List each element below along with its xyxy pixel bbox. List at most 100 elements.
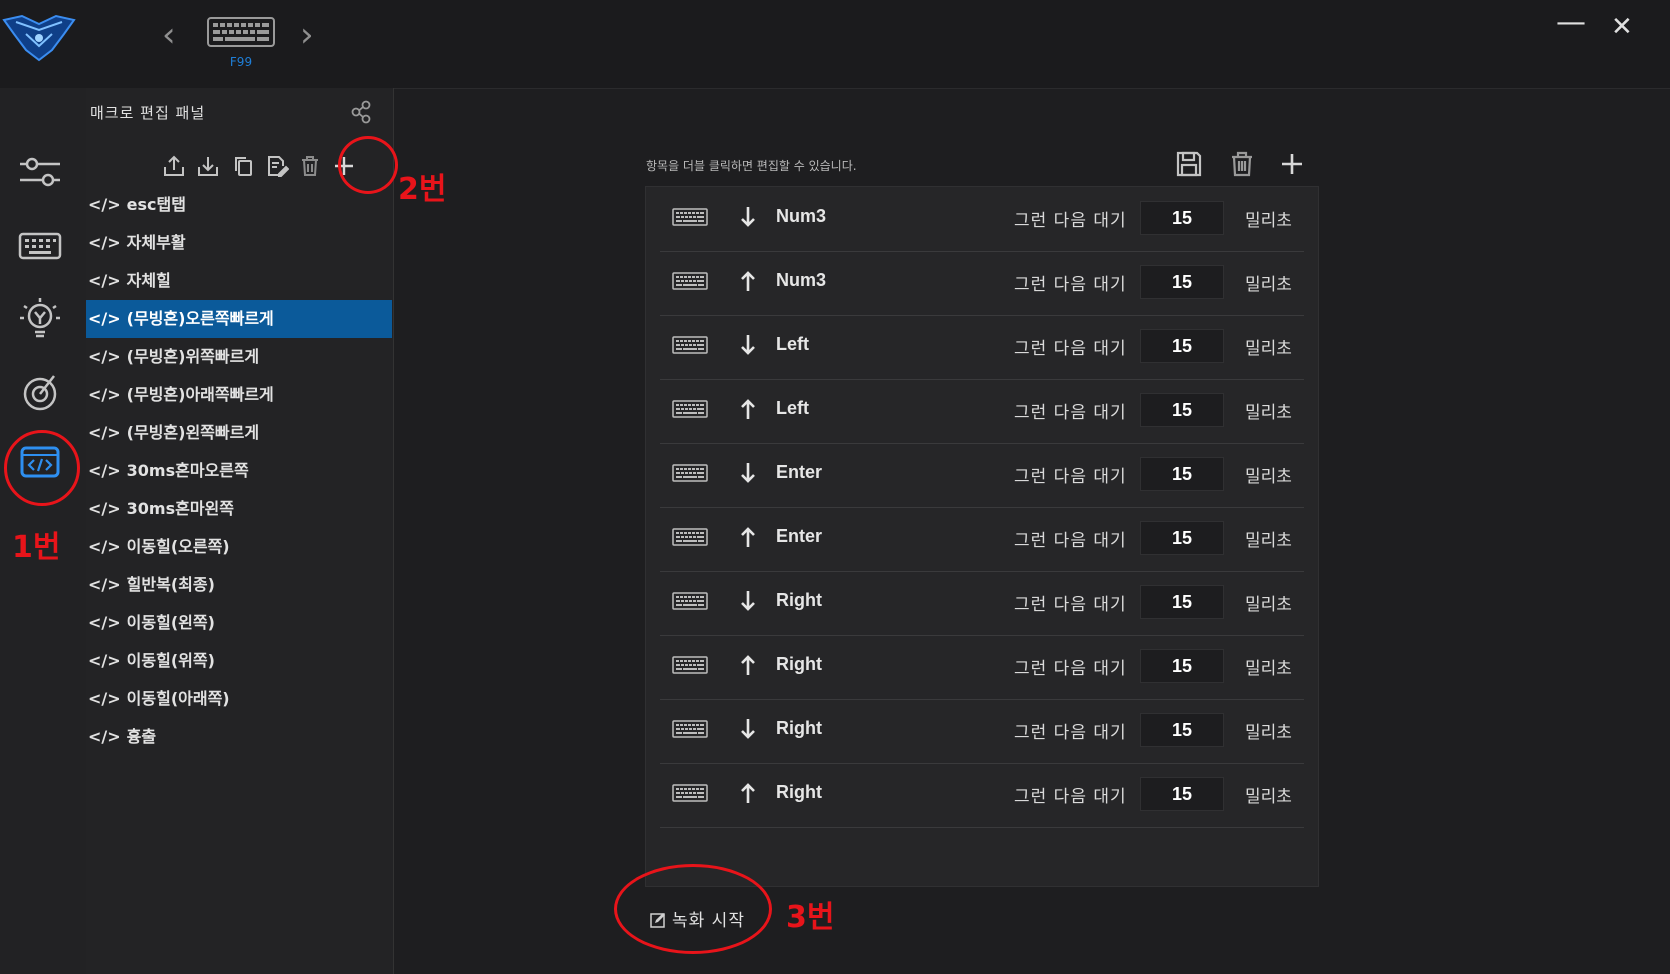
arrow-down-icon (741, 207, 755, 227)
annotation-label-2: 2번 (398, 172, 447, 207)
macro-item[interactable]: </> (무빙혼)오른쪽빠르게 (86, 300, 392, 338)
step-unit-label: 밀리초 (1245, 211, 1292, 231)
macro-item[interactable]: </> 30ms혼마오른쪽 (86, 452, 392, 490)
step-unit-label: 밀리초 (1245, 403, 1292, 423)
close-button[interactable]: ✕ (1611, 14, 1633, 40)
macro-step-row[interactable]: Right 그런 다음 대기 밀리초 (660, 763, 1304, 828)
macro-tag: </> (88, 271, 121, 290)
macro-item-label: (무빙혼)위쪽빠르게 (126, 347, 260, 366)
macro-item-label: 자체부활 (126, 233, 186, 252)
macro-tag: </> (88, 309, 121, 328)
macro-tag: </> (88, 727, 121, 746)
arrow-down-icon (741, 591, 755, 611)
step-delay-input[interactable] (1140, 329, 1224, 363)
step-delay-input[interactable] (1140, 457, 1224, 491)
macro-tag: </> (88, 613, 121, 632)
macro-step-row[interactable]: Right 그런 다음 대기 밀리초 (660, 635, 1304, 700)
rename-icon[interactable] (265, 154, 289, 178)
chevron-right-icon[interactable]: › (300, 18, 314, 52)
step-unit-label: 밀리초 (1245, 595, 1292, 615)
step-wait-label: 그런 다음 대기 (1014, 339, 1127, 359)
step-unit-label: 밀리초 (1245, 339, 1292, 359)
macro-item-label: (무빙혼)왼쪽빠르게 (126, 423, 260, 442)
step-delay-input[interactable] (1140, 713, 1224, 747)
keyboard-icon (672, 272, 708, 290)
macro-item[interactable]: </> 이동힐(왼쪽) (86, 604, 392, 642)
macro-item[interactable]: </> (무빙혼)위쪽빠르게 (86, 338, 392, 376)
macro-item[interactable]: </> 이동힐(위쪽) (86, 642, 392, 680)
macro-tag: </> (88, 195, 121, 214)
step-unit-label: 밀리초 (1245, 467, 1292, 487)
macro-item-label: 30ms혼마오른쪽 (126, 461, 249, 480)
step-key: Right (776, 718, 822, 738)
annotation-circle-1 (4, 430, 80, 506)
macro-tag: </> (88, 423, 121, 442)
step-delay-input[interactable] (1140, 585, 1224, 619)
macro-item[interactable]: </> (무빙혼)왼쪽빠르게 (86, 414, 392, 452)
target-icon[interactable] (14, 368, 66, 416)
chevron-left-icon[interactable]: ‹ (162, 18, 176, 52)
macro-tag: </> (88, 689, 121, 708)
keyboard-icon (672, 208, 708, 226)
macro-item[interactable]: </> 이동힐(아래쪽) (86, 680, 392, 718)
macro-step-row[interactable]: Enter 그런 다음 대기 밀리초 (660, 507, 1304, 572)
macro-item[interactable]: </> (무빙혼)아래쪽빠르게 (86, 376, 392, 414)
minimize-button[interactable]: — (1556, 8, 1586, 38)
save-icon[interactable] (1175, 150, 1203, 178)
step-wait-label: 그런 다음 대기 (1014, 211, 1127, 231)
macro-item[interactable]: </> 이동힐(오른쪽) (86, 528, 392, 566)
arrow-down-icon (741, 719, 755, 739)
delete-icon[interactable] (1228, 150, 1256, 178)
step-key: Right (776, 590, 822, 610)
step-delay-input[interactable] (1140, 393, 1224, 427)
macro-steps-list: Num3그런 다음 대기밀리초Num3그런 다음 대기밀리초Left그런 다음 … (645, 186, 1319, 887)
keyboard-icon (672, 784, 708, 802)
macro-item[interactable]: </> 힐반복(최종) (86, 566, 392, 604)
macro-step-row[interactable]: Left 그런 다음 대기 밀리초 (660, 379, 1304, 444)
macro-step-row[interactable]: Num3 그런 다음 대기 밀리초 (660, 187, 1304, 252)
keyboard-icon[interactable] (207, 17, 275, 47)
macro-item[interactable]: </> esc탭탭 (86, 186, 392, 224)
macro-step-row[interactable]: Num3 그런 다음 대기 밀리초 (660, 251, 1304, 316)
macro-step-row[interactable]: Left 그런 다음 대기 밀리초 (660, 315, 1304, 380)
device-name: F99 (229, 55, 253, 69)
macro-item[interactable]: </> 흉출 (86, 718, 392, 756)
delete-icon[interactable] (298, 154, 322, 178)
arrow-up-icon (741, 271, 755, 291)
macro-item-label: (무빙혼)아래쪽빠르게 (126, 385, 274, 404)
arrow-up-icon (741, 783, 755, 803)
macro-item[interactable]: </> 자체부활 (86, 224, 392, 262)
step-delay-input[interactable] (1140, 777, 1224, 811)
step-wait-label: 그런 다음 대기 (1014, 531, 1127, 551)
step-delay-input[interactable] (1140, 201, 1224, 235)
import-icon[interactable] (196, 154, 220, 178)
macro-item[interactable]: </> 30ms혼마왼쪽 (86, 490, 392, 528)
keyboard-icon[interactable] (14, 222, 66, 270)
macro-step-row[interactable]: Right 그런 다음 대기 밀리초 (660, 571, 1304, 636)
step-delay-input[interactable] (1140, 649, 1224, 683)
bulb-icon[interactable] (14, 294, 66, 342)
add-icon[interactable] (1278, 150, 1306, 178)
macro-item-label: 이동힐(위쪽) (126, 651, 215, 670)
arrow-up-icon (741, 527, 755, 547)
macro-item-label: esc탭탭 (126, 195, 186, 214)
keyboard-icon (672, 720, 708, 738)
copy-icon[interactable] (231, 154, 255, 178)
macro-step-row[interactable]: Enter 그런 다음 대기 밀리초 (660, 443, 1304, 508)
panel-title: 매크로 편집 패널 (90, 104, 206, 122)
macro-step-row[interactable]: Right 그런 다음 대기 밀리초 (660, 699, 1304, 764)
step-unit-label: 밀리초 (1245, 723, 1292, 743)
step-delay-input[interactable] (1140, 265, 1224, 299)
macro-item-label: (무빙혼)오른쪽빠르게 (126, 309, 274, 328)
arrow-up-icon (741, 655, 755, 675)
macro-item[interactable]: </> 자체힐 (86, 262, 392, 300)
editor-hint: 항목을 더블 클릭하면 편집할 수 있습니다. (646, 159, 857, 173)
step-delay-input[interactable] (1140, 521, 1224, 555)
sliders-icon[interactable] (14, 148, 66, 196)
macro-item-label: 자체힐 (126, 271, 171, 290)
step-wait-label: 그런 다음 대기 (1014, 403, 1127, 423)
share-icon[interactable] (350, 100, 372, 124)
export-icon[interactable] (162, 154, 186, 178)
brand-logo-icon (2, 14, 76, 62)
step-wait-label: 그런 다음 대기 (1014, 787, 1127, 807)
